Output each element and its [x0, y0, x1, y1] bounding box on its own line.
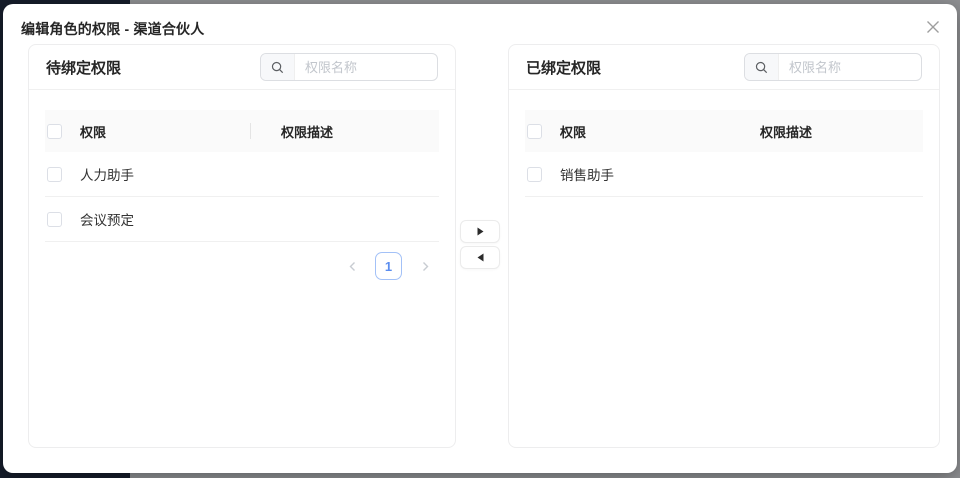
table-row[interactable]: 会议预定 — [45, 197, 439, 242]
permission-name: 会议预定 — [80, 209, 250, 229]
chevron-right-icon — [421, 261, 430, 272]
close-button[interactable] — [923, 17, 943, 37]
column-header-permission: 权限 — [80, 122, 250, 141]
triangle-left-icon — [477, 253, 484, 262]
row-checkbox[interactable] — [47, 167, 62, 182]
search-icon — [261, 54, 295, 80]
column-header-description: 权限描述 — [730, 122, 923, 141]
move-right-button[interactable] — [460, 220, 500, 243]
prev-page-button[interactable] — [339, 252, 365, 280]
edit-role-permissions-dialog: 编辑角色的权限 - 渠道合伙人 待绑定权限 — [3, 4, 957, 473]
bound-search-input[interactable] — [779, 54, 921, 80]
table-row[interactable]: 销售助手 — [525, 152, 923, 197]
permission-name: 销售助手 — [560, 164, 730, 184]
close-icon — [926, 20, 940, 34]
select-all-checkbox[interactable] — [527, 124, 542, 139]
table-header-row: 权限 权限描述 — [45, 110, 439, 152]
bound-search-box — [744, 53, 922, 81]
next-page-button[interactable] — [412, 252, 438, 280]
pagination: 1 — [46, 252, 438, 280]
bound-panel-header: 已绑定权限 — [509, 45, 939, 90]
select-all-checkbox[interactable] — [47, 124, 62, 139]
chevron-left-icon — [348, 261, 357, 272]
unbound-search-input[interactable] — [295, 54, 437, 80]
move-left-button[interactable] — [460, 246, 500, 269]
unbound-permissions-panel: 待绑定权限 权限 权限描述 人力助手 — [28, 44, 456, 448]
search-icon — [745, 54, 779, 80]
unbound-panel-title: 待绑定权限 — [46, 57, 121, 78]
bound-panel-title: 已绑定权限 — [526, 57, 601, 78]
unbound-search-box — [260, 53, 438, 81]
column-header-description: 权限描述 — [251, 122, 439, 141]
dialog-title: 编辑角色的权限 - 渠道合伙人 — [21, 19, 204, 39]
page-number-button[interactable]: 1 — [375, 252, 402, 280]
transfer-controls — [460, 220, 500, 269]
bound-permissions-panel: 已绑定权限 权限 权限描述 销售助手 — [508, 44, 940, 448]
unbound-panel-header: 待绑定权限 — [29, 45, 455, 90]
column-header-permission: 权限 — [560, 122, 730, 141]
permission-name: 人力助手 — [80, 164, 250, 184]
triangle-right-icon — [477, 227, 484, 236]
row-checkbox[interactable] — [47, 212, 62, 227]
bound-permissions-table: 权限 权限描述 销售助手 — [525, 110, 923, 197]
unbound-permissions-table: 权限 权限描述 人力助手 会议预定 — [45, 110, 439, 242]
row-checkbox[interactable] — [527, 167, 542, 182]
table-header-row: 权限 权限描述 — [525, 110, 923, 152]
table-row[interactable]: 人力助手 — [45, 152, 439, 197]
